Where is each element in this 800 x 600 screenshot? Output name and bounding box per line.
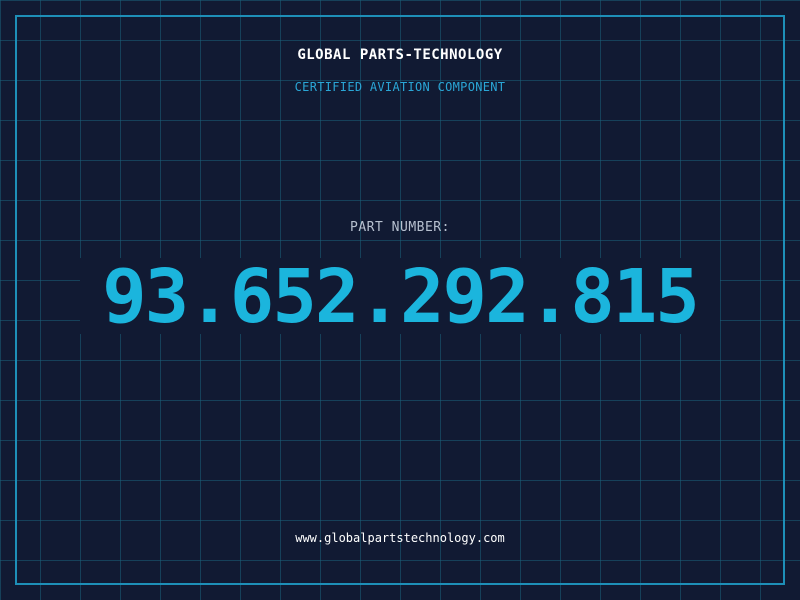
brand-title: GLOBAL PARTS-TECHNOLOGY — [297, 47, 503, 63]
part-number-value: 93.652.292.815 — [102, 254, 700, 340]
brand-tagline: CERTIFIED AVIATION COMPONENT — [294, 80, 506, 94]
part-label-card: GLOBAL PARTS-TECHNOLOGY CERTIFIED AVIATI… — [0, 0, 800, 600]
part-number-label: PART NUMBER: — [350, 220, 450, 235]
website-url: www.globalpartstechnology.com — [295, 531, 505, 545]
